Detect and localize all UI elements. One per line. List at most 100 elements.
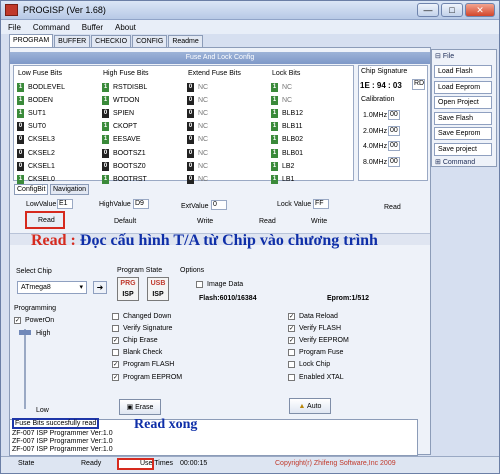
low-bit-toggle[interactable]: 0 (17, 122, 24, 132)
menu-command[interactable]: Command (33, 23, 70, 32)
checks_left-option-checkbox[interactable]: ✓ Program FLASH (112, 360, 174, 370)
lock-bit-toggle[interactable]: 1 (271, 135, 278, 145)
side-button[interactable]: Save Eeprom (434, 127, 492, 140)
high-row[interactable]: 1 BOOTRST (102, 174, 147, 184)
poweron-checkbox[interactable]: ✓ PowerOn (14, 315, 54, 325)
erase-button[interactable]: ▣ Erase (119, 399, 161, 415)
default-button[interactable]: Default (114, 218, 136, 225)
low-row[interactable]: 0 SUT0 (17, 122, 46, 132)
extend-bit-toggle[interactable]: 0 (187, 82, 194, 92)
checks_right-option-checkbox[interactable]: ✓ Verify FLASH (288, 323, 341, 333)
low-bit-toggle[interactable]: 1 (17, 174, 24, 184)
checks_left-option-checkbox[interactable]: Changed Down (112, 311, 171, 321)
high-row[interactable]: 0 BOOTSZ1 (102, 148, 146, 158)
lock-row[interactable]: 1 LB1 (271, 174, 294, 184)
image-data-checkbox[interactable]: Image Data (196, 279, 243, 289)
lock-value-field[interactable]: FF (313, 199, 329, 209)
high-row[interactable]: 1 WTDON (102, 95, 139, 105)
extend-row[interactable]: 0 NC (187, 95, 208, 105)
ext-value-field[interactable]: 0 (211, 200, 227, 210)
tab-program[interactable]: PROGRAM (9, 34, 54, 47)
low-row[interactable]: 1 SUT1 (17, 108, 46, 118)
high-bit-toggle[interactable]: 1 (102, 82, 109, 92)
low-bit-toggle[interactable]: 0 (17, 148, 24, 158)
lock-bit-toggle[interactable]: 1 (271, 82, 278, 92)
tab-readme[interactable]: Readme (168, 35, 203, 47)
calibration-value-field[interactable]: 00 (388, 156, 400, 167)
minimize-button[interactable]: — (417, 3, 439, 17)
high-value-field[interactable]: D9 (133, 199, 149, 209)
lock-bit-toggle[interactable]: 1 (271, 148, 278, 158)
high-row[interactable]: 1 RSTDISBL (102, 82, 147, 92)
low-row[interactable]: 1 BODEN (17, 95, 53, 105)
read-lock-button[interactable]: Read (259, 218, 276, 225)
low-bit-toggle[interactable]: 1 (17, 108, 24, 118)
rd-button[interactable]: RD (412, 79, 425, 90)
extend-bit-toggle[interactable]: 0 (187, 148, 194, 158)
low-row[interactable]: 1 BODLEVEL (17, 82, 65, 92)
checks_left-option-checkbox[interactable]: Verify Signature (112, 323, 172, 333)
extend-row[interactable]: 0 NC (187, 122, 208, 132)
extend-row[interactable]: 0 NC (187, 148, 208, 158)
extend-row[interactable]: 0 NC (187, 174, 208, 184)
high-bit-toggle[interactable]: 0 (102, 148, 109, 158)
high-bit-toggle[interactable]: 1 (102, 135, 109, 145)
calibration-value-field[interactable]: 00 (388, 125, 400, 136)
checks_left-option-checkbox[interactable]: Blank Check (112, 348, 162, 358)
extend-bit-toggle[interactable]: 0 (187, 122, 194, 132)
extend-bit-toggle[interactable]: 0 (187, 135, 194, 145)
extend-bit-toggle[interactable]: 0 (187, 174, 194, 184)
voltage-slider[interactable] (24, 329, 26, 409)
chip-select[interactable]: ATmega8 ▾ (17, 281, 87, 294)
lock-bit-toggle[interactable]: 1 (271, 122, 278, 132)
write-lock-button[interactable]: Write (311, 218, 327, 225)
high-row[interactable]: 0 BOOTSZ0 (102, 161, 146, 171)
extend-bit-toggle[interactable]: 0 (187, 161, 194, 171)
high-bit-toggle[interactable]: 0 (102, 161, 109, 171)
lock-bit-toggle[interactable]: 1 (271, 95, 278, 105)
lock-row[interactable]: 1 LB2 (271, 161, 294, 171)
high-bit-toggle[interactable]: 1 (102, 122, 109, 132)
read-signature-button[interactable]: Read (384, 204, 401, 211)
high-bit-toggle[interactable]: 1 (102, 95, 109, 105)
close-button[interactable]: ✕ (465, 3, 495, 17)
side-button[interactable]: Load Eeprom (434, 80, 492, 94)
checks_right-option-checkbox[interactable]: Lock Chip (288, 360, 330, 370)
low-row[interactable]: 1 CKSEL0 (17, 174, 55, 184)
low-row[interactable]: 0 CKSEL2 (17, 148, 55, 158)
low-row[interactable]: 0 CKSEL1 (17, 161, 55, 171)
menu-buffer[interactable]: Buffer (82, 23, 103, 32)
side-button[interactable]: Load Flash (434, 65, 492, 78)
checks_right-option-checkbox[interactable]: Enabled XTAL (288, 372, 344, 382)
checks_right-option-checkbox[interactable]: ✓ Verify EEPROM (288, 335, 349, 345)
lock-row[interactable]: 1 BLB01 (271, 148, 303, 158)
extend-row[interactable]: 0 NC (187, 161, 208, 171)
side-button[interactable]: Open Project (434, 96, 492, 109)
high-row[interactable]: 0 SPIEN (102, 108, 134, 118)
lock-row[interactable]: 1 BLB12 (271, 108, 303, 118)
lock-bit-toggle[interactable]: 1 (271, 161, 278, 171)
high-row[interactable]: 1 EESAVE (102, 135, 141, 145)
lock-row[interactable]: 1 BLB02 (271, 135, 303, 145)
tab-config[interactable]: CONFIG (132, 35, 168, 47)
high-bit-toggle[interactable]: 1 (102, 174, 109, 184)
tab-buffer[interactable]: BUFFER (54, 35, 91, 47)
low-bit-toggle[interactable]: 1 (17, 82, 24, 92)
subtab-navigation[interactable]: Navigation (50, 184, 90, 195)
menu-about[interactable]: About (115, 23, 136, 32)
checks_left-option-checkbox[interactable]: ✓ Program EEPROM (112, 372, 182, 382)
side-button[interactable]: Save project (434, 142, 492, 156)
side-button[interactable]: Save Flash (434, 111, 492, 125)
extend-row[interactable]: 0 NC (187, 108, 208, 118)
low-bit-toggle[interactable]: 1 (17, 95, 24, 105)
subtab-configbit[interactable]: ConfigBit (14, 184, 49, 195)
low-row[interactable]: 0 CKSEL3 (17, 135, 55, 145)
high-bit-toggle[interactable]: 0 (102, 108, 109, 118)
high-row[interactable]: 1 CKOPT (102, 122, 137, 132)
extend-row[interactable]: 0 NC (187, 82, 208, 92)
calibration-value-field[interactable]: 00 (388, 110, 400, 120)
lock-row[interactable]: 1 BLB11 (271, 122, 303, 132)
arrow-right-icon[interactable]: ➜ (93, 281, 107, 294)
menu-file[interactable]: File (8, 23, 21, 32)
low-value-field[interactable]: E1 (57, 199, 73, 209)
